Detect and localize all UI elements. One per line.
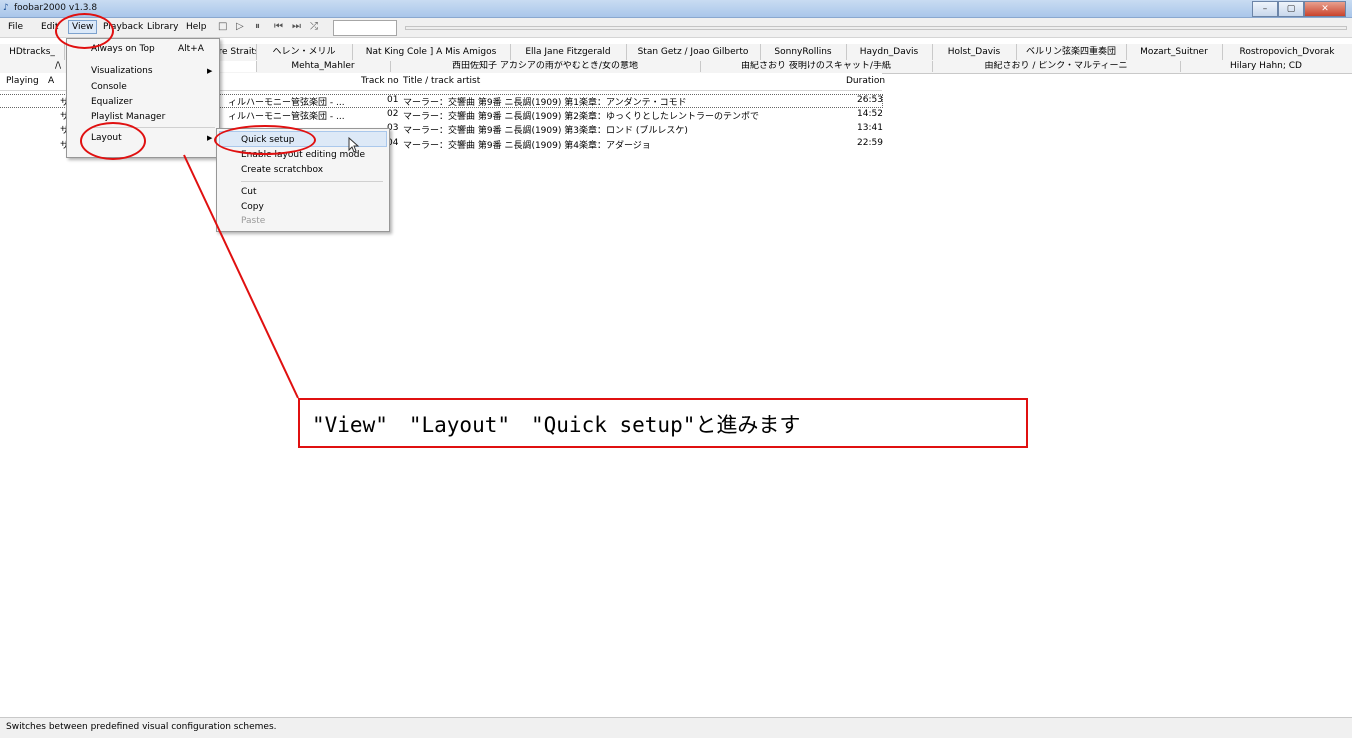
column-playing[interactable]: Playing (6, 76, 39, 86)
tab-nat-king-cole[interactable]: Nat King Cole ] A Mis Amigos (352, 44, 511, 60)
submenu-arrow-icon: ▶ (207, 67, 213, 75)
tab-hdtracks[interactable]: HDtracks_ (0, 44, 65, 60)
previous-icon[interactable]: ⏮ (274, 21, 283, 32)
column-artist[interactable]: A (48, 76, 54, 86)
tab-holst-davis[interactable]: Holst_Davis (932, 44, 1017, 60)
view-menu: Always on Top Alt+A Visualizations ▶ Con… (66, 38, 220, 158)
pause-icon[interactable]: ⏸ (255, 21, 260, 32)
column-track-no[interactable]: Track no (361, 76, 399, 86)
menu-console[interactable]: Console (67, 79, 217, 95)
tab-nishida-sachiko[interactable]: 西田佐知子 アカシアの雨がやむとき/女の意地 (390, 61, 701, 72)
tab-haydn-davis[interactable]: Haydn_Davis (846, 44, 933, 60)
tab-yuki-saori-1[interactable]: 由紀さおり 夜明けのスキャット/手紙 (700, 61, 933, 72)
annotation-callout: "View" "Layout" "Quick setup"と進みます (298, 398, 1028, 448)
menu-visualizations[interactable]: Visualizations ▶ (67, 63, 217, 79)
menu-separator (91, 127, 215, 128)
window-title: foobar2000 v1.3.8 (14, 3, 98, 13)
tab-ella-fitzgerald[interactable]: Ella Jane Fitzgerald (510, 44, 627, 60)
tab-mehta-mahler[interactable]: Mehta_Mahler (256, 61, 391, 72)
title-bar: ♪ foobar2000 v1.3.8 – ▢ ✕ (0, 0, 1352, 18)
row-title: マーラー：交響曲 第9番 ニ長調(1909) 第2楽章：ゆっくりとしたレントラー… (403, 112, 759, 122)
layout-submenu: Quick setup Enable layout editing mode C… (216, 128, 390, 232)
menu-library[interactable]: Library (147, 22, 178, 32)
tab-mozart-suitner[interactable]: Mozart_Suitner (1126, 44, 1223, 60)
row-title: マーラー：交響曲 第9番 ニ長調(1909) 第1楽章：アンダンテ・コモド (403, 98, 687, 108)
tab-helen-merrill[interactable]: ヘレン・メリル (256, 44, 353, 60)
maximize-button[interactable]: ▢ (1278, 1, 1304, 17)
menu-equalizer[interactable]: Equalizer (67, 94, 217, 110)
row-track-no: 01 (387, 95, 399, 105)
seek-bar[interactable] (405, 26, 1347, 30)
menu-layout[interactable]: Layout ▶ (67, 130, 217, 146)
order-dropdown[interactable] (333, 20, 397, 36)
row-track-no: 02 (387, 109, 399, 119)
tab-row2-selected[interactable] (216, 61, 257, 72)
menu-playlist-manager[interactable]: Playlist Manager (67, 109, 217, 125)
close-button[interactable]: ✕ (1304, 1, 1346, 17)
menu-create-scratchbox[interactable]: Create scratchbox (217, 162, 387, 178)
menu-cut[interactable]: Cut (217, 184, 387, 200)
tab-sonny-rollins[interactable]: SonnyRollins (760, 44, 847, 60)
row-duration: 13:41 (857, 123, 883, 133)
tab-dire-straits[interactable]: ire Straits (216, 44, 257, 60)
menu-always-on-top[interactable]: Always on Top Alt+A (67, 41, 217, 57)
column-duration[interactable]: Duration (846, 76, 885, 86)
tab-yuki-saori-2[interactable]: 由紀さおり / ピンク・マルティーニ (932, 61, 1181, 72)
submenu-arrow-icon: ▶ (207, 134, 213, 142)
minimize-button[interactable]: – (1252, 1, 1278, 17)
row-duration: 14:52 (857, 109, 883, 119)
menu-playback[interactable]: Playback (103, 22, 143, 32)
play-icon[interactable]: ▷ (236, 21, 244, 32)
menu-quick-setup[interactable]: Quick setup (219, 131, 387, 147)
row-album: ィルハーモニー管弦楽団 - ... (228, 112, 345, 122)
status-text: Switches between predefined visual confi… (6, 722, 277, 732)
tab-berlin-quartet[interactable]: ベルリン弦楽四重奏団 (1016, 44, 1127, 60)
next-icon[interactable]: ⏭ (292, 21, 301, 32)
status-bar: Switches between predefined visual confi… (0, 717, 1352, 738)
menu-paste: Paste (241, 216, 266, 226)
row-album: ィルハーモニー管弦楽団 - ... (228, 98, 345, 108)
stop-icon[interactable]: □ (218, 21, 227, 32)
column-title[interactable]: Title / track artist (403, 76, 480, 86)
row-duration: 22:59 (857, 138, 883, 148)
tab-rostropovich[interactable]: Rostropovich_Dvorak (1222, 44, 1352, 60)
random-icon[interactable]: ⤮ (310, 21, 318, 32)
tab-stan-getz[interactable]: Stan Getz / Joao Gilberto (626, 44, 761, 60)
menu-file[interactable]: File (8, 22, 23, 32)
row-duration: 26:53 (857, 95, 883, 105)
app-icon[interactable]: ♪ (3, 3, 9, 13)
menu-bar: File Edit View Playback Library Help □ ▷… (0, 18, 1352, 38)
tab-hilary-hahn[interactable]: Hilary Hahn; CD (1180, 61, 1352, 72)
annotation-text: "View" "Layout" "Quick setup"と進みます (312, 413, 801, 437)
row-title: マーラー：交響曲 第9番 ニ長調(1909) 第4楽章：アダージョ (403, 141, 651, 151)
menu-view[interactable]: View (68, 20, 98, 34)
menu-enable-layout-editing[interactable]: Enable layout editing mode (217, 147, 387, 163)
menu-help[interactable]: Help (186, 22, 207, 32)
mouse-cursor-icon (348, 137, 360, 153)
row-title: マーラー：交響曲 第9番 ニ長調(1909) 第3楽章：ロンド (ブルレスケ) (403, 126, 688, 136)
window-controls: – ▢ ✕ (1252, 1, 1346, 17)
menu-separator (241, 181, 383, 182)
menu-edit[interactable]: Edit (41, 22, 58, 32)
